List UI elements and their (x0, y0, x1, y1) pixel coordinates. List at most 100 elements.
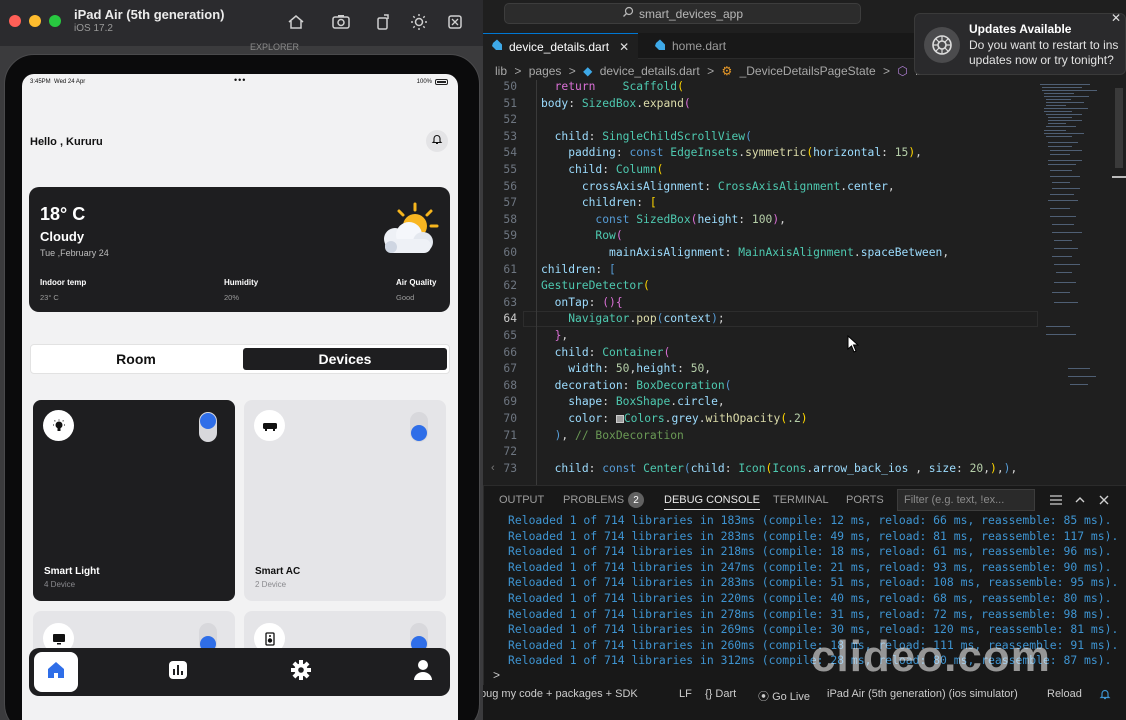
home-icon (46, 660, 66, 685)
code-line: 50 return Scaffold( (503, 80, 684, 93)
braces-icon: {} (705, 688, 713, 700)
tab-output[interactable]: OUTPUT (499, 494, 544, 506)
editor-scrollbar[interactable] (1112, 80, 1126, 485)
tab-room[interactable]: Room (34, 348, 238, 370)
device-name: Smart AC (255, 566, 301, 577)
language-mode[interactable]: {} Dart (705, 688, 736, 700)
code-line: 55 child: Column( (503, 163, 664, 176)
tab-label: device_details.dart (509, 39, 610, 54)
humidity-label: Humidity (224, 278, 259, 287)
tab-problems[interactable]: PROBLEMS (563, 494, 624, 506)
debug-config[interactable]: bug my code + packages + SDK (483, 688, 638, 700)
scrollbar-thumb[interactable] (1115, 88, 1123, 168)
air-conditioner-icon (254, 410, 285, 441)
code-line: 63 onTap: (){ (503, 295, 623, 309)
minimap-lines (1040, 84, 1097, 385)
close-window-button[interactable] (9, 15, 21, 27)
device-card-smart-ac[interactable]: Smart AC 2 Device (244, 400, 446, 601)
code-line: 66 child: Container( (503, 345, 671, 359)
code-line: 71 ), // BoxDecoration (503, 428, 684, 442)
go-live-button[interactable]: ⦿ Go Live (758, 688, 810, 704)
indoor-temp-value: 23° C (40, 293, 59, 302)
breadcrumb-item[interactable]: lib (495, 64, 507, 78)
smart-light-toggle[interactable] (199, 412, 217, 442)
nav-settings[interactable] (279, 652, 323, 692)
dart-file-icon (491, 39, 503, 54)
code-line: 70 color: Colors.grey.withOpacity(.2) (503, 412, 808, 425)
console-log-line: Reloaded 1 of 714 libraries in 278ms (co… (508, 606, 1112, 621)
breadcrumb-item[interactable]: device_details.dart (600, 64, 700, 78)
breadcrumb-separator: > (707, 64, 715, 78)
scroll-position-marker (1112, 176, 1126, 178)
nav-profile[interactable] (401, 652, 445, 692)
lightbulb-icon (43, 410, 74, 441)
tab-ports[interactable]: PORTS (846, 494, 884, 506)
reload-button[interactable]: Reload (1047, 688, 1082, 700)
close-panel-icon[interactable] (1097, 493, 1111, 507)
home-icon[interactable] (285, 11, 307, 33)
bell-icon (431, 132, 443, 150)
tab-home[interactable]: home.dart (646, 33, 746, 59)
tab-label: home.dart (672, 39, 727, 53)
breadcrumb-item[interactable]: _DeviceDetailsPageState (740, 64, 876, 78)
appearance-icon[interactable] (408, 11, 430, 33)
list-icon[interactable] (1049, 493, 1063, 507)
code-line: 56 crossAxisAlignment: CrossAxisAlignmen… (503, 179, 895, 193)
breadcrumb-separator: > (514, 64, 522, 78)
screen: iPad Air (5th generation) iOS 17.2 EXPLO… (0, 0, 1126, 720)
code-line: 73 child: const Center(child: Icon(Icons… (503, 461, 1018, 475)
weather-card: 18° C Cloudy Tue ,February 24 Indoor tem… (29, 187, 450, 312)
console-log-line: Reloaded 1 of 714 libraries in 283ms (co… (508, 528, 1119, 543)
tab-device-details[interactable]: device_details.dart ✕ (483, 33, 638, 59)
notification-button[interactable] (426, 130, 448, 152)
close-notification-icon[interactable]: ✕ (1111, 11, 1121, 25)
command-center-search[interactable]: smart_devices_app (504, 3, 861, 24)
close-tab-icon[interactable]: ✕ (619, 40, 629, 54)
console-filter-input[interactable]: Filter (e.g. text, !ex... (897, 489, 1035, 511)
fold-left-icon[interactable]: ‹ (491, 462, 495, 474)
chevron-up-icon[interactable] (1073, 493, 1087, 507)
sun-cloud-icon (375, 201, 441, 261)
code-line: 53 child: SingleChildScrollView( (503, 129, 752, 143)
breadcrumb-item[interactable]: pages (529, 64, 562, 78)
nav-stats[interactable] (156, 652, 200, 692)
console-log-line: Reloaded 1 of 714 libraries in 183ms (co… (508, 513, 1112, 527)
notification-message: Do you want to restart to ins updates no… (969, 38, 1119, 67)
rotate-icon[interactable] (372, 11, 394, 33)
tab-terminal[interactable]: TERMINAL (773, 494, 829, 506)
breadcrumb-separator: > (568, 64, 576, 78)
vscode-window: smart_devices_app device_details.dart ✕ … (483, 0, 1126, 720)
console-prompt[interactable]: > (493, 668, 500, 682)
console-log-line: Reloaded 1 of 714 libraries in 218ms (co… (508, 544, 1112, 559)
code-line: 64 Navigator.pop(context); (483, 312, 1038, 329)
device-card-smart-light[interactable]: Smart Light 4 Device (33, 400, 235, 601)
updates-notification[interactable]: Updates Available Do you want to restart… (914, 11, 1126, 75)
minimize-window-button[interactable] (29, 15, 41, 27)
ipad-screen[interactable]: 3:45PM Wed 24 Apr ••• 100% Hello , Kurur… (22, 74, 458, 720)
eol-indicator[interactable]: LF (679, 688, 692, 700)
broadcast-icon: ⦿ (758, 691, 769, 703)
console-log-line: Reloaded 1 of 714 libraries in 220ms (co… (508, 591, 1112, 605)
nav-home[interactable] (34, 652, 78, 692)
explorer-label: EXPLORER (250, 42, 300, 52)
device-selector[interactable]: iPad Air (5th generation) (ios simulator… (827, 688, 1018, 700)
air-quality-value: Good (396, 293, 415, 302)
zoom-window-button[interactable] (49, 15, 61, 27)
code-editor[interactable]: 50 return Scaffold( 51 body: SizedBox.exp… (483, 80, 1038, 485)
multitasking-dots[interactable]: ••• (234, 75, 246, 85)
tab-devices[interactable]: Devices (243, 348, 447, 370)
air-quality-label: Air Quality (396, 278, 437, 287)
bell-notification-icon[interactable] (1099, 688, 1111, 701)
color-swatch[interactable] (615, 415, 624, 423)
code-line: 52 (503, 113, 517, 127)
user-icon (413, 659, 433, 686)
bottom-navigation (29, 648, 450, 696)
gear-icon (290, 659, 312, 686)
minimap[interactable] (1038, 80, 1112, 485)
hardware-keyboard-icon[interactable] (444, 11, 466, 33)
smart-ac-toggle[interactable] (410, 412, 428, 442)
device-name: Smart Light (44, 566, 100, 577)
tab-debug-console[interactable]: DEBUG CONSOLE (664, 494, 760, 510)
screenshot-icon[interactable] (330, 11, 352, 33)
problems-count-badge: 2 (628, 492, 644, 508)
